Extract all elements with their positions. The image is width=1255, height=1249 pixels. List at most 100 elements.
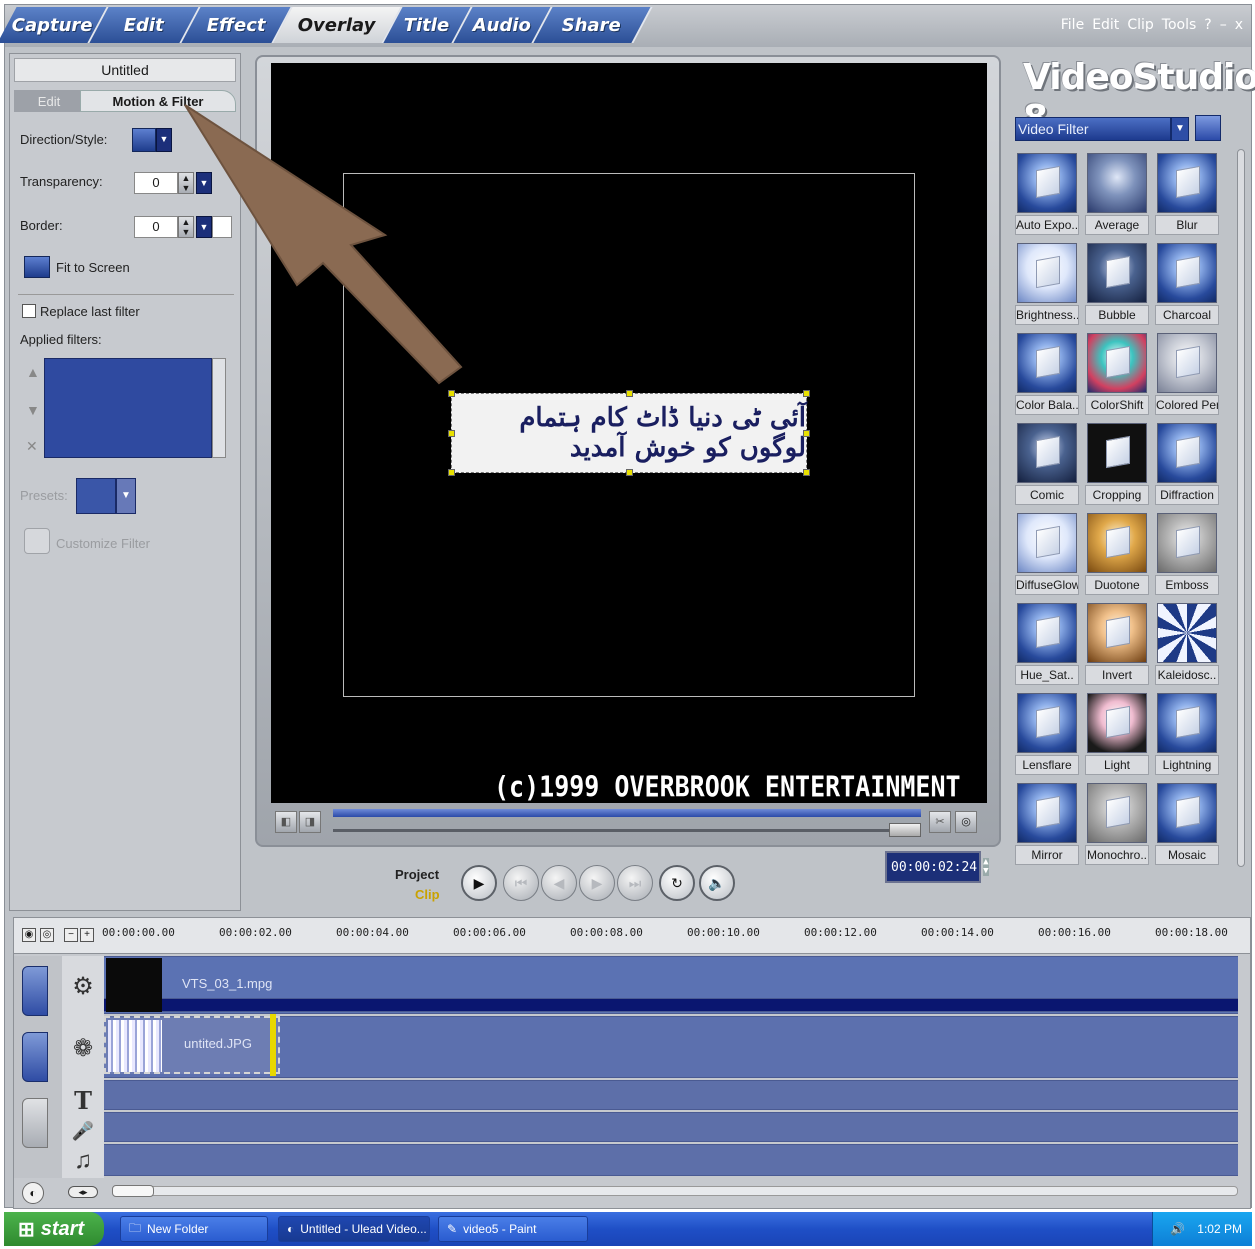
fit-to-screen-button[interactable]: Fit to Screen: [56, 260, 130, 275]
voice-track[interactable]: [104, 1112, 1238, 1142]
resize-handle[interactable]: [803, 430, 810, 437]
filter-thumbnail[interactable]: Emboss: [1155, 513, 1219, 597]
zoom-in-icon[interactable]: +: [80, 928, 94, 942]
enlarge-preview-icon[interactable]: ◎: [955, 811, 977, 833]
menu-edit[interactable]: Edit: [1092, 17, 1119, 33]
split-clip-icon[interactable]: ✂: [929, 811, 951, 833]
filter-thumbnail[interactable]: Blur: [1155, 153, 1219, 237]
move-filter-down-icon[interactable]: ▼: [26, 402, 40, 418]
audio-track-tab[interactable]: [22, 1098, 48, 1148]
tab-overlay[interactable]: Overlay: [273, 7, 403, 43]
repeat-button[interactable]: ↻: [659, 865, 695, 901]
filter-thumbnail[interactable]: Light: [1085, 693, 1149, 777]
applied-filters-scrollbar[interactable]: [212, 358, 226, 458]
import-icon[interactable]: [1195, 115, 1221, 141]
chevron-down-icon[interactable]: ▼: [1171, 117, 1189, 141]
resize-handle[interactable]: [448, 390, 455, 397]
music-track[interactable]: [104, 1144, 1238, 1176]
zoom-out-icon[interactable]: −: [64, 928, 78, 942]
transparency-input[interactable]: 0: [134, 172, 178, 194]
taskbar-item-paint[interactable]: ✎ video5 - Paint: [438, 1216, 588, 1242]
timeline-scrollbar[interactable]: ◂▸: [62, 1180, 1240, 1202]
subtab-edit[interactable]: Edit: [14, 90, 84, 112]
border-slider-button[interactable]: ▼: [196, 216, 212, 238]
project-mode-label[interactable]: Project: [395, 867, 439, 882]
transparency-slider-button[interactable]: ▼: [196, 172, 212, 194]
library-scrollbar[interactable]: [1237, 149, 1245, 867]
filter-thumbnail[interactable]: Mirror: [1015, 783, 1079, 867]
end-button[interactable]: ⏭: [617, 865, 653, 901]
menu-clip[interactable]: Clip: [1127, 17, 1153, 33]
preview-screen[interactable]: (c)1999 OVERBROOK ENTERTAINMENT آئی ٹی د…: [271, 63, 987, 803]
help-button[interactable]: ?: [1204, 17, 1211, 33]
scroll-arrows-icon[interactable]: ◂▸: [68, 1186, 98, 1198]
customize-filter-icon[interactable]: [24, 528, 50, 554]
filter-thumbnail[interactable]: Monochro..: [1085, 783, 1149, 867]
menu-tools[interactable]: Tools: [1162, 17, 1197, 33]
filter-thumbnail[interactable]: Color Bala..: [1015, 333, 1079, 417]
close-button[interactable]: x: [1235, 17, 1243, 33]
presets-dropdown[interactable]: ▼: [116, 478, 136, 514]
title-track[interactable]: [104, 1080, 1238, 1110]
previous-frame-button[interactable]: ◀: [541, 865, 577, 901]
scrollbar-thumb[interactable]: [112, 1185, 154, 1197]
filter-thumbnail[interactable]: Colored Pen: [1155, 333, 1219, 417]
remove-filter-icon[interactable]: ✕: [26, 438, 38, 455]
scrub-thumb[interactable]: [889, 823, 921, 837]
filter-thumbnail[interactable]: Lensflare: [1015, 693, 1079, 777]
resize-handle[interactable]: [626, 469, 633, 476]
border-input[interactable]: 0: [134, 216, 178, 238]
filter-thumbnail[interactable]: Duotone: [1085, 513, 1149, 597]
preview-scrubber[interactable]: [333, 809, 923, 837]
overlay-track-tab[interactable]: [22, 1032, 48, 1082]
clip-mode-label[interactable]: Clip: [415, 887, 440, 902]
video-clip-thumbnail[interactable]: [106, 958, 162, 1012]
library-dropdown[interactable]: Video Filter: [1015, 117, 1171, 141]
filter-thumbnail[interactable]: Hue_Sat..: [1015, 603, 1079, 687]
resize-handle[interactable]: [448, 469, 455, 476]
transparency-spinner[interactable]: ▲ ▼: [178, 172, 194, 194]
timeline-view-icon[interactable]: ◎: [40, 928, 54, 942]
tab-share[interactable]: Share: [533, 7, 653, 43]
taskbar-item-new-folder[interactable]: 🗀 New Folder: [120, 1216, 268, 1242]
clock[interactable]: 1:02 PM: [1197, 1222, 1242, 1236]
filter-thumbnail[interactable]: ColorShift: [1085, 333, 1149, 417]
filter-thumbnail[interactable]: Charcoal: [1155, 243, 1219, 327]
replace-last-filter-checkbox[interactable]: [22, 304, 36, 318]
border-spinner[interactable]: ▲ ▼: [178, 216, 194, 238]
filter-thumbnail[interactable]: Brightness..: [1015, 243, 1079, 327]
overlay-clip-on-timeline[interactable]: untited.JPG: [104, 1016, 280, 1074]
tray-icons[interactable]: 🔊: [1170, 1222, 1185, 1236]
filter-thumbnail[interactable]: Cropping: [1085, 423, 1149, 507]
settings-icon[interactable]: ◐: [22, 1182, 44, 1204]
play-button[interactable]: ▶: [461, 865, 497, 901]
filter-thumbnail[interactable]: Comic: [1015, 423, 1079, 507]
filter-thumbnail[interactable]: Diffraction: [1155, 423, 1219, 507]
direction-style-button[interactable]: [132, 128, 156, 152]
fit-to-screen-icon[interactable]: [24, 256, 50, 278]
filter-thumbnail[interactable]: Mosaic: [1155, 783, 1219, 867]
filter-thumbnail[interactable]: Auto Expo..: [1015, 153, 1079, 237]
customize-filter-button[interactable]: Customize Filter: [56, 536, 150, 551]
next-frame-button[interactable]: ▶: [579, 865, 615, 901]
storyboard-view-icon[interactable]: ◉: [22, 928, 36, 942]
resize-handle[interactable]: [626, 390, 633, 397]
video-track-tab[interactable]: [22, 966, 48, 1016]
subtab-motion-filter[interactable]: Motion & Filter: [80, 90, 236, 112]
taskbar-item-videostudio[interactable]: ◐ Untitled - Ulead Video...: [278, 1216, 430, 1242]
trim-end-icon[interactable]: ◨: [299, 811, 321, 833]
start-button[interactable]: ⊞ start: [4, 1212, 104, 1246]
timecode-spinner[interactable]: ▲ ▼: [983, 858, 989, 876]
border-color-swatch[interactable]: [212, 216, 232, 238]
menu-file[interactable]: File: [1061, 17, 1084, 33]
resize-handle[interactable]: [803, 390, 810, 397]
clip-name-field[interactable]: Untitled: [14, 58, 236, 82]
move-filter-up-icon[interactable]: ▲: [26, 364, 40, 380]
presets-swatch[interactable]: [76, 478, 116, 514]
direction-style-dropdown[interactable]: ▼: [156, 128, 172, 152]
filter-thumbnail[interactable]: Average: [1085, 153, 1149, 237]
timecode-display[interactable]: 00:00:02:24 ▲ ▼: [885, 851, 989, 883]
minimize-button[interactable]: –: [1220, 17, 1227, 33]
home-button[interactable]: ⏮: [503, 865, 539, 901]
filter-thumbnail[interactable]: Invert: [1085, 603, 1149, 687]
